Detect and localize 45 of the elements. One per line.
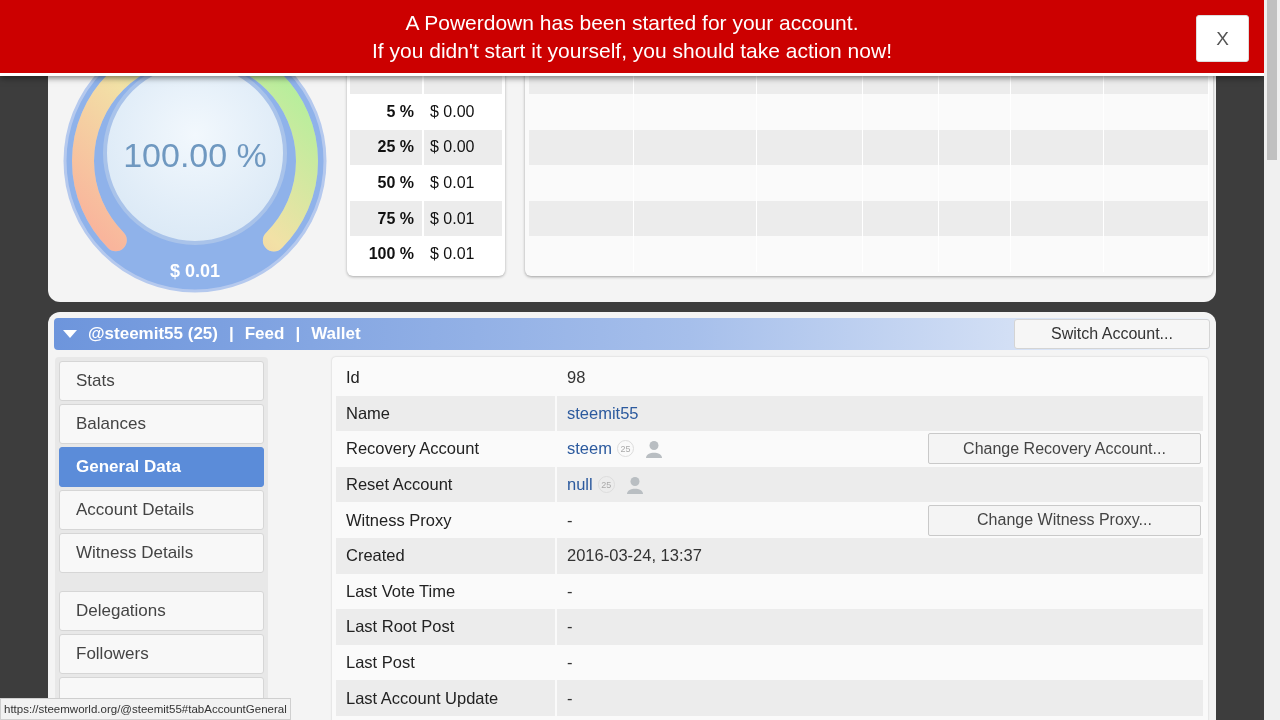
status-url-tooltip: https://steemworld.org/@steemit55#tabAccountGeneral: [0, 698, 291, 720]
table-cell: Name: [336, 395, 557, 432]
sidebar-tab[interactable]: Followers: [59, 634, 264, 674]
table-cell-text: 100 %: [367, 244, 415, 265]
table-cell-text: $ 0.00: [429, 101, 476, 122]
sidebar-tab[interactable]: Delegations: [59, 591, 264, 631]
table-cell: 2016-03-24, 13:37: [567, 546, 702, 566]
table-cell: $ 0.00: [424, 129, 502, 166]
table-cell: 25 %: [350, 129, 422, 166]
sidebar-tab[interactable]: Stats: [59, 361, 264, 401]
separator: |: [228, 324, 234, 344]
account-link[interactable]: steem: [567, 439, 612, 459]
close-button[interactable]: X: [1196, 15, 1249, 62]
table-cell: Last Root Post: [336, 609, 557, 645]
table-cell: Last Account Update: [336, 680, 557, 716]
caret-icon[interactable]: [63, 329, 77, 339]
table-cell: Created: [336, 537, 557, 574]
action-button[interactable]: Change Recovery Account...: [928, 433, 1201, 465]
switch-account-button[interactable]: Switch Account...: [1014, 319, 1210, 349]
sidebar-tab[interactable]: Balances: [59, 404, 264, 444]
table-cell: -: [567, 653, 573, 673]
sidebar-tab[interactable]: Witness Details: [59, 533, 264, 573]
account-link[interactable]: null: [567, 475, 593, 495]
table-cell: 75 %: [350, 200, 422, 237]
table-cell: $ 0.01: [424, 200, 502, 237]
table-cell: -: [567, 617, 573, 637]
alert-message: A Powerdown has been started for your account. If you didn't start it yourself, you should take action now!: [372, 9, 892, 64]
sidebar-tab[interactable]: Account Details: [59, 490, 264, 530]
table-cell-text: 50 %: [376, 173, 415, 193]
gauge-percent: 100.00 %: [123, 136, 267, 174]
table-cell: -: [567, 510, 573, 530]
action-button[interactable]: Change Witness Proxy...: [928, 504, 1201, 536]
table-cell-text: $ 0.01: [429, 244, 476, 265]
table-cell: Reset Account: [336, 466, 557, 503]
table-cell: -: [567, 581, 573, 601]
account-link[interactable]: steemit55: [567, 403, 639, 423]
user-icon[interactable]: [644, 440, 663, 458]
table-cell: 98: [567, 368, 586, 388]
scrollbar[interactable]: [1264, 0, 1280, 720]
table-cell-text: $ 0.01: [429, 173, 476, 193]
user-icon[interactable]: [625, 475, 644, 494]
separator: |: [295, 324, 301, 344]
table-cell-text: 5 %: [385, 101, 415, 122]
table-cell: -: [567, 688, 573, 708]
gauge-value: $ 0.01: [170, 261, 220, 281]
